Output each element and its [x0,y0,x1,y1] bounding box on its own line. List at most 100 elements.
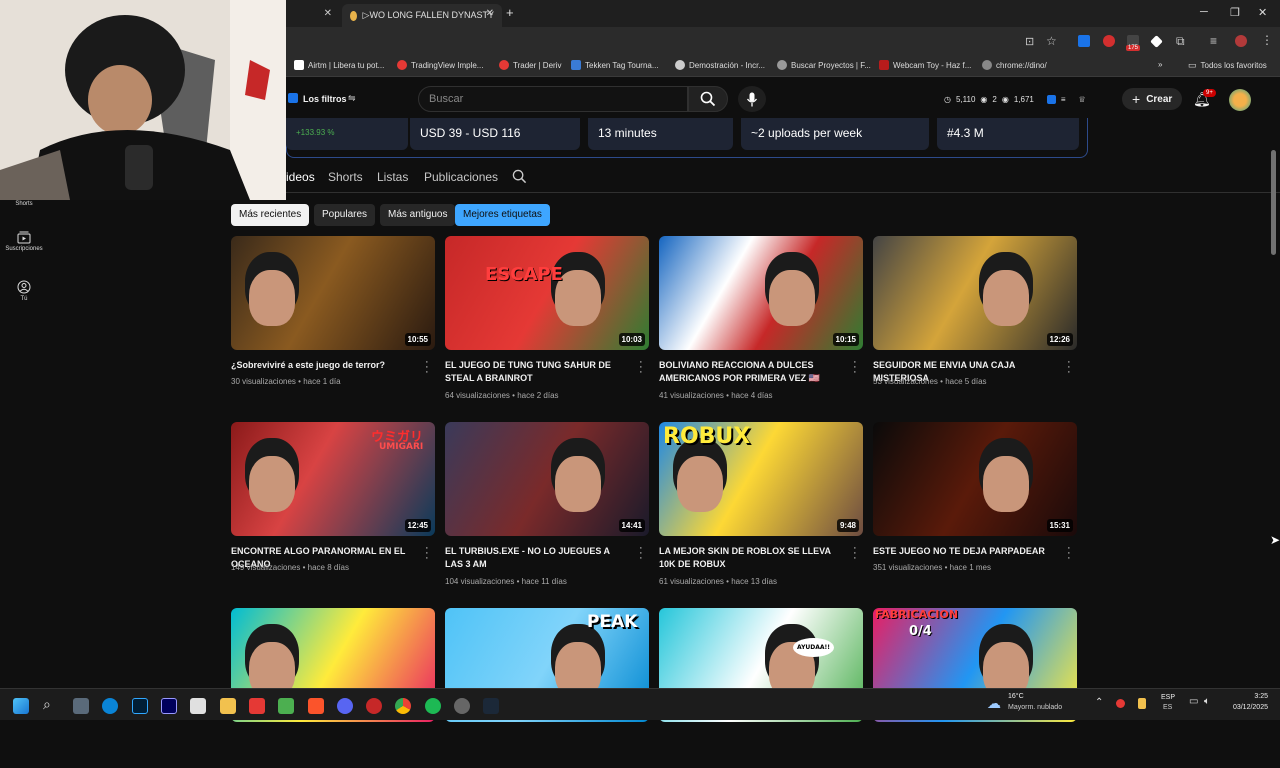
chrome-icon[interactable] [395,698,411,714]
tab-lists[interactable]: Listas [377,170,408,184]
bookmark-item[interactable]: Webcam Toy - Haz f... [879,60,971,70]
new-tab-button[interactable]: + [506,5,514,20]
search-button[interactable] [688,86,728,112]
install-icon[interactable]: ⊡ [1025,35,1034,48]
video-title[interactable]: ESTE JUEGO NO TE DEJA PARPADEAR [873,545,1053,558]
minimize-button[interactable]: ─ [1200,6,1208,18]
trophy-icon[interactable]: ♕ [1079,95,1086,104]
extension-icon[interactable] [1150,35,1163,48]
search-input[interactable]: Buscar [418,86,688,112]
video-title[interactable]: LA MEJOR SKIN DE ROBLOX SE LLEVA 10K DE … [659,545,839,571]
sidebar-item-you[interactable]: Tú [0,280,48,302]
bookmark-item[interactable]: Buscar Proyectos | F... [777,60,871,70]
bookmark-item[interactable]: chrome://dino/ [982,60,1047,70]
more-options-icon[interactable]: · · · [425,357,429,378]
app-icon[interactable] [366,698,382,714]
bookmark-item[interactable]: TradingView Imple... [397,60,483,70]
volume-icon[interactable]: 🔈︎ [1204,696,1210,707]
video-thumbnail[interactable]: 14:41 [445,422,649,536]
video-thumbnail[interactable]: ROBUX 9:48 [659,422,863,536]
browser-tab[interactable]: ✕ [286,4,340,27]
video-title[interactable]: ¿Sobreviviré a este juego de terror? [231,359,411,372]
video-card[interactable]: 10:15 BOLIVIANO REACCIONA A DULCES AMERIC… [659,236,863,400]
edge-icon[interactable] [102,698,118,714]
folder-icon[interactable] [220,698,236,714]
filters-settings-icon[interactable]: ⇋ [348,93,356,104]
clock-time[interactable]: 3:25 [1250,693,1268,700]
close-icon[interactable]: ✕ [324,8,332,19]
video-card[interactable]: ESCAPE 10:03 EL JUEGO DE TUNG TUNG SAHUR D… [445,236,649,400]
maximize-button[interactable]: ❐ [1230,6,1240,19]
tab-search-icon[interactable]: ≡ [1210,34,1217,48]
steam-icon[interactable] [483,698,499,714]
more-options-icon[interactable]: · · · [425,543,429,564]
filters-button[interactable]: Los filtros [303,94,347,104]
video-card[interactable]: 10:55 ¿Sobreviviré a este juego de terror… [231,236,435,396]
extension-icon[interactable] [1078,35,1090,47]
chip-popular[interactable]: Populares [314,204,376,226]
page-scrollbar[interactable] [1271,150,1276,255]
sidebar-item-subscriptions[interactable]: Suscripciones [0,230,48,252]
close-icon[interactable]: ✕ [486,8,494,19]
more-options-icon[interactable]: · · · [639,543,643,564]
create-button[interactable]: + Crear [1122,88,1183,110]
video-thumbnail[interactable]: 12:26 [873,236,1077,350]
video-card[interactable]: ウミガリ UMIGARI 12:45 ENCONTRE ALGO PARANORMAL… [231,422,435,582]
more-options-icon[interactable]: · · · [1067,357,1071,378]
video-title[interactable]: BOLIVIANO REACCIONA A DULCES AMERICANOS … [659,359,839,385]
avatar[interactable] [1229,89,1251,111]
tray-overflow-icon[interactable]: ⌃ [1095,697,1103,708]
video-card[interactable]: 14:41 EL TURBIUS.EXE - NO LO JUEGUES A LA… [445,422,649,586]
video-thumbnail[interactable]: 10:55 [231,236,435,350]
tab-videos[interactable]: ideos [286,170,315,184]
language-indicator[interactable]: ESP [1161,694,1175,701]
more-options-icon[interactable]: · · · [853,357,857,378]
list-icon[interactable]: ≡ [1061,95,1066,104]
tray-mic-icon[interactable] [1138,698,1146,709]
puzzle-icon[interactable]: ⧉ [1176,34,1185,49]
more-options-icon[interactable]: · · · [639,357,643,378]
app-icon[interactable] [454,698,470,714]
channel-search-button[interactable] [512,169,527,189]
minecraft-icon[interactable] [278,698,294,714]
bookmark-item[interactable]: Tekken Tag Tourna... [571,60,659,70]
video-thumbnail[interactable]: 15:31 [873,422,1077,536]
video-thumbnail[interactable]: ESCAPE 10:03 [445,236,649,350]
voice-search-button[interactable] [738,86,766,112]
tray-app-icon[interactable] [1116,699,1125,708]
sidebar-item-shorts[interactable]: Shorts [0,201,48,207]
chip-oldest[interactable]: Más antiguos [380,204,456,226]
chip-best-tags[interactable]: Mejores etiquetas [455,204,550,226]
video-title[interactable]: EL TURBIUS.EXE - NO LO JUEGUES A LAS 3 A… [445,545,625,571]
video-thumbnail[interactable]: 10:15 [659,236,863,350]
extension-icon[interactable] [1103,35,1115,47]
app-icon[interactable] [249,698,265,714]
video-card[interactable]: ROBUX 9:48 LA MEJOR SKIN DE ROBLOX SE LLEV… [659,422,863,586]
chip-newest[interactable]: Más recientes [231,204,310,226]
profile-avatar[interactable] [1235,35,1247,47]
bookmark-item[interactable]: Airtm | Libera tu pot... [294,60,384,70]
tab-shorts[interactable]: Shorts [328,170,363,184]
search-icon[interactable]: ⌕ [43,696,51,713]
photoshop-icon[interactable] [132,698,148,714]
network-icon[interactable]: ▭ [1189,696,1198,707]
all-favorites-folder[interactable]: ▭ Todos los favoritos [1188,60,1267,71]
bookmark-item[interactable]: Trader | Deriv [499,60,561,70]
browser-tab-active[interactable]: ▷WO LONG FALLEN DYNASTY ✕ [342,4,502,27]
video-card[interactable]: 15:31 ESTE JUEGO NO TE DEJA PARPADEAR 351 … [873,422,1077,582]
video-title[interactable]: EL JUEGO DE TUNG TUNG SAHUR DE STEAL A B… [445,359,625,385]
more-options-icon[interactable]: · · · [853,543,857,564]
video-thumbnail[interactable]: ウミガリ UMIGARI 12:45 [231,422,435,536]
bookmark-star-icon[interactable]: ☆ [1046,34,1057,48]
tab-posts[interactable]: Publicaciones [424,170,498,184]
video-card[interactable]: 12:26 SEGUIDOR ME ENVIA UNA CAJA MISTERIO… [873,236,1077,396]
premiere-icon[interactable] [161,698,177,714]
more-options-icon[interactable]: · · · [1067,543,1071,564]
discord-icon[interactable] [337,698,353,714]
menu-icon[interactable]: ⋮ [1261,33,1273,47]
brave-icon[interactable] [308,698,324,714]
close-window-button[interactable]: ✕ [1258,6,1267,19]
app-icon[interactable] [73,698,89,714]
bookmark-item[interactable]: Demostración - Incr... [675,60,765,70]
store-icon[interactable] [190,698,206,714]
